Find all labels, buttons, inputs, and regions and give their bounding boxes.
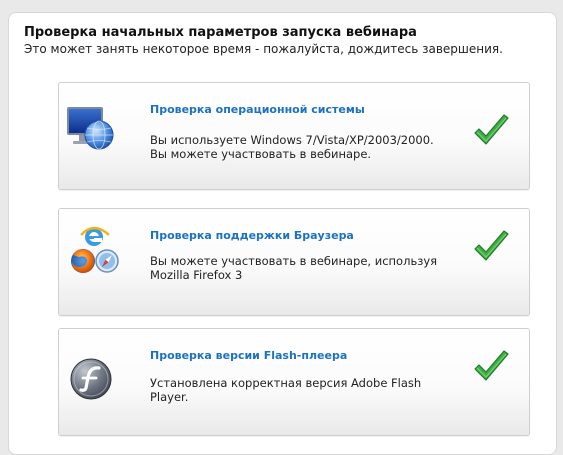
browser-check-card: Проверка поддержки Браузера Вы можете уч… bbox=[58, 208, 530, 316]
browser-check-line-1: Вы можете участвовать в вебинаре, исполь… bbox=[150, 254, 438, 268]
flash-check-card: Проверка версии Flash-плеера Установлена… bbox=[58, 328, 530, 436]
checkmark-icon bbox=[471, 227, 511, 271]
os-check-line-1: Вы используете Windows 7/Vista/XP/2003/2… bbox=[150, 133, 434, 147]
monitor-globe-icon bbox=[65, 103, 117, 157]
checkmark-icon bbox=[471, 347, 511, 391]
flash-check-description: Установлена корректная версия Adobe Flas… bbox=[150, 376, 470, 404]
os-check-card: Проверка операционной системы Вы использ… bbox=[58, 82, 530, 190]
checkmark-icon bbox=[471, 111, 511, 155]
flash-player-icon bbox=[69, 357, 113, 405]
page-title: Проверка начальных параметров запуска ве… bbox=[24, 25, 417, 40]
os-check-description: Вы используете Windows 7/Vista/XP/2003/2… bbox=[150, 133, 470, 161]
browser-check-description: Вы можете участвовать в вебинаре, исполь… bbox=[150, 254, 470, 282]
browser-check-title: Проверка поддержки Браузера bbox=[150, 229, 354, 242]
page-subtitle: Это может занять некоторое время - пожал… bbox=[24, 42, 503, 56]
flash-check-line-1: Установлена корректная версия Adobe Flas… bbox=[150, 376, 422, 390]
flash-check-line-2: Player. bbox=[150, 390, 189, 404]
browser-check-line-2: Mozilla Firefox 3 bbox=[150, 268, 243, 282]
os-check-title: Проверка операционной системы bbox=[150, 103, 365, 116]
os-check-line-2: Вы можете участвовать в вебинаре. bbox=[150, 147, 372, 161]
flash-check-title: Проверка версии Flash-плеера bbox=[150, 349, 348, 362]
browsers-icon bbox=[67, 225, 121, 281]
